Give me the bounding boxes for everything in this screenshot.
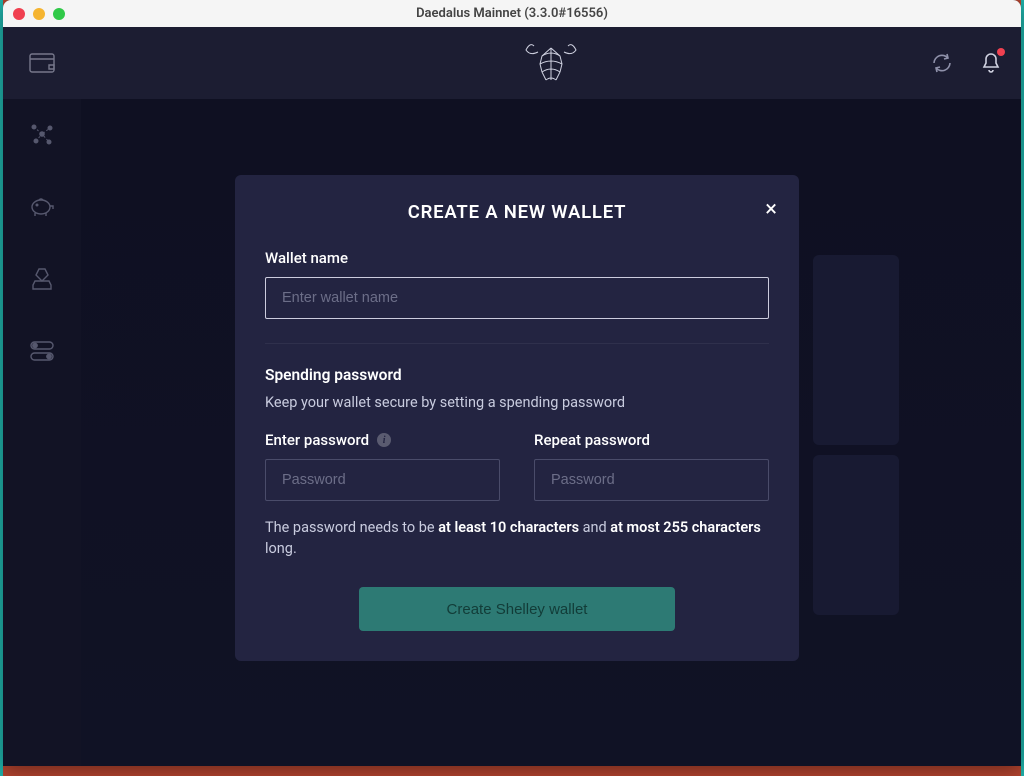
network-icon	[27, 121, 57, 149]
titlebar: Daedalus Mainnet (3.3.0#16556)	[3, 0, 1021, 27]
sidebar	[3, 27, 81, 766]
sidebar-item-delegation[interactable]	[3, 99, 81, 171]
toggles-icon	[30, 341, 54, 361]
titlebar-title: Daedalus Mainnet (3.3.0#16556)	[3, 6, 1021, 21]
app-window: Daedalus Mainnet (3.3.0#16556)	[3, 0, 1021, 766]
info-icon[interactable]: i	[377, 433, 391, 447]
enter-password-label: Enter password	[265, 431, 369, 449]
sidebar-item-wallet[interactable]	[3, 27, 81, 99]
voting-icon	[31, 267, 53, 291]
password-hint: The password needs to be at least 10 cha…	[265, 517, 769, 559]
sync-button[interactable]	[931, 52, 953, 74]
window-controls	[13, 8, 65, 20]
minimize-window-button[interactable]	[33, 8, 45, 20]
piggy-icon	[30, 196, 54, 218]
wallet-icon	[29, 52, 55, 74]
sidebar-item-voting[interactable]	[3, 243, 81, 315]
wallet-name-input[interactable]	[265, 277, 769, 319]
notification-dot	[997, 48, 1005, 56]
close-window-button[interactable]	[13, 8, 25, 20]
header	[81, 27, 1021, 99]
sidebar-item-settings[interactable]	[3, 315, 81, 387]
notifications-button[interactable]	[981, 52, 1001, 74]
background-card	[813, 255, 899, 445]
create-wallet-button[interactable]: Create Shelley wallet	[359, 587, 675, 631]
divider	[265, 343, 769, 344]
repeat-password-label: Repeat password	[534, 431, 769, 449]
modal-close-button[interactable]: ×	[765, 199, 777, 221]
spending-password-title: Spending password	[265, 366, 769, 384]
daedalus-logo	[524, 40, 578, 86]
enter-password-input[interactable]	[265, 459, 500, 501]
maximize-window-button[interactable]	[53, 8, 65, 20]
sync-icon	[931, 52, 953, 74]
create-wallet-modal: × CREATE A NEW WALLET Wallet name Spendi…	[235, 175, 799, 661]
wallet-name-label: Wallet name	[265, 249, 769, 267]
background-card	[813, 455, 899, 615]
sidebar-item-staking[interactable]	[3, 171, 81, 243]
repeat-password-input[interactable]	[534, 459, 769, 501]
modal-title: CREATE A NEW WALLET	[265, 201, 769, 223]
spending-password-subtitle: Keep your wallet secure by setting a spe…	[265, 394, 769, 411]
